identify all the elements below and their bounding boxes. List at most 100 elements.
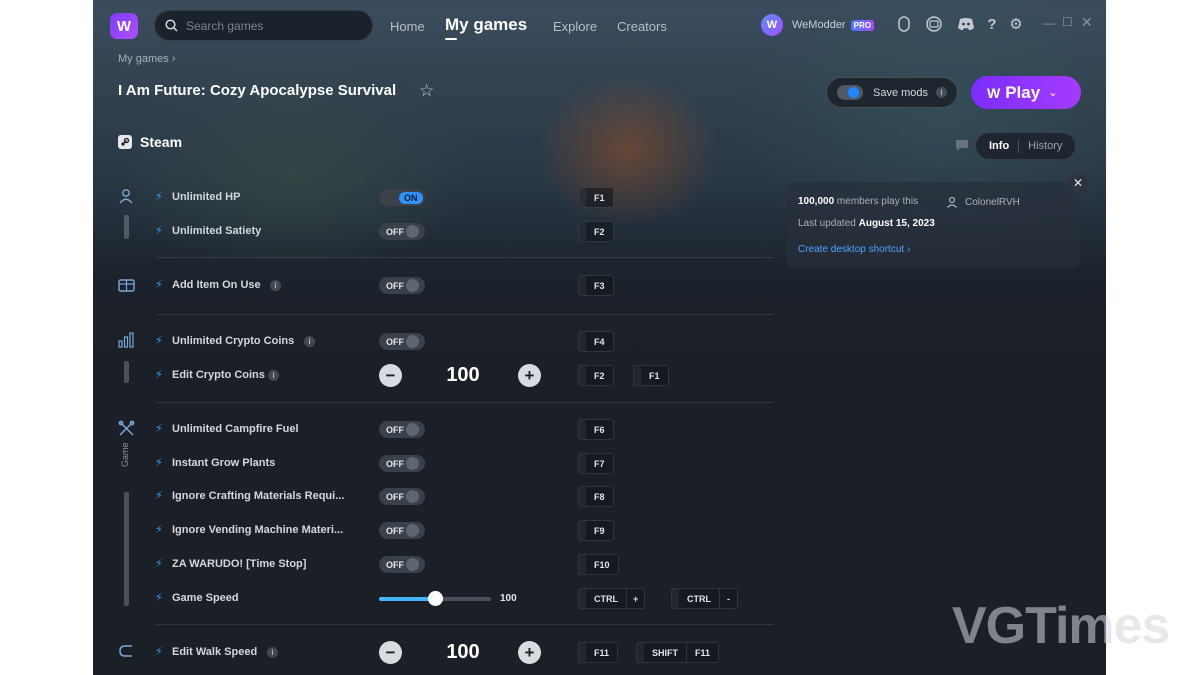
mod-toggle[interactable]: OFF: [379, 455, 425, 472]
hotkey-button[interactable]: F1: [633, 365, 669, 386]
mod-toggle[interactable]: OFF: [379, 421, 425, 438]
info-icon[interactable]: i: [304, 336, 315, 347]
bolt-icon: ⚡: [155, 369, 163, 381]
mod-toggle[interactable]: OFF: [379, 223, 425, 240]
mod-toggle[interactable]: OFF: [379, 556, 425, 573]
info-icon[interactable]: i: [268, 370, 279, 381]
hotkey-label: F2: [594, 370, 605, 381]
slider-handle[interactable]: [428, 591, 443, 606]
increment-button[interactable]: +: [518, 641, 541, 664]
toggle-state: OFF: [386, 280, 404, 291]
hotkey-button[interactable]: SHIFT F11: [636, 642, 720, 663]
mod-name: Unlimited Campfire Fuel: [172, 423, 299, 435]
info-icon[interactable]: i: [270, 280, 281, 291]
mod-toggle[interactable]: OFF: [379, 277, 425, 294]
hotkey-button[interactable]: F7: [578, 453, 614, 474]
minimize-icon[interactable]: —: [1043, 16, 1055, 30]
favorite-star-icon[interactable]: ☆: [419, 81, 434, 101]
search-icon: [165, 19, 178, 32]
inventory-category-icon: [117, 275, 135, 293]
search-input[interactable]: [186, 18, 356, 33]
discord-icon[interactable]: [956, 14, 976, 34]
hotkey-button[interactable]: F10: [578, 554, 619, 575]
hotkey-label: F10: [594, 559, 610, 570]
stepper-value[interactable]: 100: [433, 641, 493, 664]
save-mods-switch[interactable]: [837, 85, 863, 100]
increment-button[interactable]: +: [518, 364, 541, 387]
close-info-icon[interactable]: ✕: [1068, 173, 1088, 193]
controller-icon[interactable]: [894, 14, 914, 34]
breadcrumb[interactable]: My games ›: [118, 53, 175, 65]
mod-name: Unlimited Crypto Coins: [172, 335, 295, 347]
author[interactable]: ColonelRVH: [946, 196, 1020, 208]
hotkey-button[interactable]: CTRL +: [578, 588, 646, 609]
hotkey-label: F6: [594, 424, 605, 435]
overlay-icon[interactable]: [924, 14, 944, 34]
hotkey-button[interactable]: F2: [578, 365, 614, 386]
breadcrumb-chevron-icon: ›: [171, 53, 176, 65]
game-info-card: 100,000 members play this ColonelRVH Las…: [786, 182, 1080, 268]
nav-creators[interactable]: Creators: [617, 19, 667, 34]
wemod-logo-icon: W: [987, 84, 1001, 101]
left-margin: [0, 0, 93, 675]
info-icon[interactable]: i: [936, 87, 948, 98]
hotkey-label: +: [633, 593, 639, 604]
hotkey-button[interactable]: F1: [578, 187, 614, 208]
wemod-logo-icon[interactable]: W: [110, 13, 138, 39]
hotkey-button[interactable]: F2: [578, 221, 614, 242]
app-window: W Home My games Explore Creators W WeMod…: [93, 0, 1106, 675]
toggle-knob: [406, 225, 419, 238]
tab-info[interactable]: Info: [980, 135, 1018, 157]
mod-row-unlimited-campfire-fuel: ⚡ Unlimited Campfire Fuel OFF F6: [155, 419, 775, 440]
search-box[interactable]: [154, 10, 373, 41]
mod-row-unlimited-crypto-coins: ⚡ Unlimited Crypto Coins i OFF F4: [155, 331, 775, 352]
create-shortcut-link[interactable]: Create desktop shortcut ›: [798, 244, 910, 255]
mod-toggle[interactable]: ON: [379, 189, 425, 206]
account-menu[interactable]: W WeModder PRO: [761, 12, 874, 38]
decrement-button[interactable]: −: [379, 641, 402, 664]
help-icon[interactable]: ?: [982, 14, 1002, 34]
decrement-button[interactable]: −: [379, 364, 402, 387]
breadcrumb-my-games[interactable]: My games: [118, 53, 169, 65]
chat-icon[interactable]: [955, 139, 969, 157]
chevron-down-icon[interactable]: ⌄: [1048, 86, 1057, 99]
pro-badge: PRO: [850, 19, 874, 31]
slider-fill: [379, 597, 435, 601]
hotkey-label: F9: [594, 525, 605, 536]
bolt-icon: ⚡: [155, 457, 163, 469]
bolt-icon: ⚡: [155, 423, 163, 435]
toggle-state: OFF: [386, 336, 404, 347]
nav-home[interactable]: Home: [390, 19, 425, 34]
hotkey-button[interactable]: F11: [578, 642, 619, 663]
tab-history[interactable]: History: [1019, 135, 1071, 157]
stepper-value[interactable]: 100: [433, 364, 493, 387]
hotkey-button[interactable]: F6: [578, 419, 614, 440]
author-name[interactable]: ColonelRVH: [965, 197, 1020, 208]
play-button[interactable]: W Play ⌄: [971, 76, 1081, 109]
mod-toggle[interactable]: OFF: [379, 488, 425, 505]
hotkey-button[interactable]: F3: [578, 275, 614, 296]
hotkey-button[interactable]: F4: [578, 331, 614, 352]
hotkey-button[interactable]: F9: [578, 520, 614, 541]
nav-my-games[interactable]: My games: [445, 15, 527, 35]
close-window-icon[interactable]: ✕: [1081, 14, 1093, 31]
toggle-knob: [406, 423, 419, 436]
chevron-right-icon: ›: [906, 244, 911, 255]
mod-name: Add Item On Use: [172, 279, 261, 291]
mod-row-ignore-vending-machine: ⚡ Ignore Vending Machine Materi... OFF F…: [155, 520, 775, 541]
maximize-icon[interactable]: ☐: [1062, 15, 1073, 29]
hotkey-button[interactable]: F8: [578, 486, 614, 507]
create-shortcut-label[interactable]: Create desktop shortcut: [798, 244, 904, 255]
mod-toggle[interactable]: OFF: [379, 333, 425, 350]
hotkey-label: F8: [594, 491, 605, 502]
info-icon[interactable]: i: [267, 647, 278, 658]
hotkey-button[interactable]: CTRL -: [671, 588, 738, 609]
mod-name: Edit Walk Speed: [172, 646, 258, 658]
hotkey-label: F3: [594, 280, 605, 291]
avatar: W: [761, 14, 783, 36]
mod-toggle[interactable]: OFF: [379, 522, 425, 539]
settings-gear-icon[interactable]: ⚙: [1006, 14, 1026, 34]
nav-explore[interactable]: Explore: [553, 19, 597, 34]
save-mods-toggle[interactable]: Save mods i: [826, 77, 958, 108]
platform-label: Steam: [140, 134, 183, 150]
